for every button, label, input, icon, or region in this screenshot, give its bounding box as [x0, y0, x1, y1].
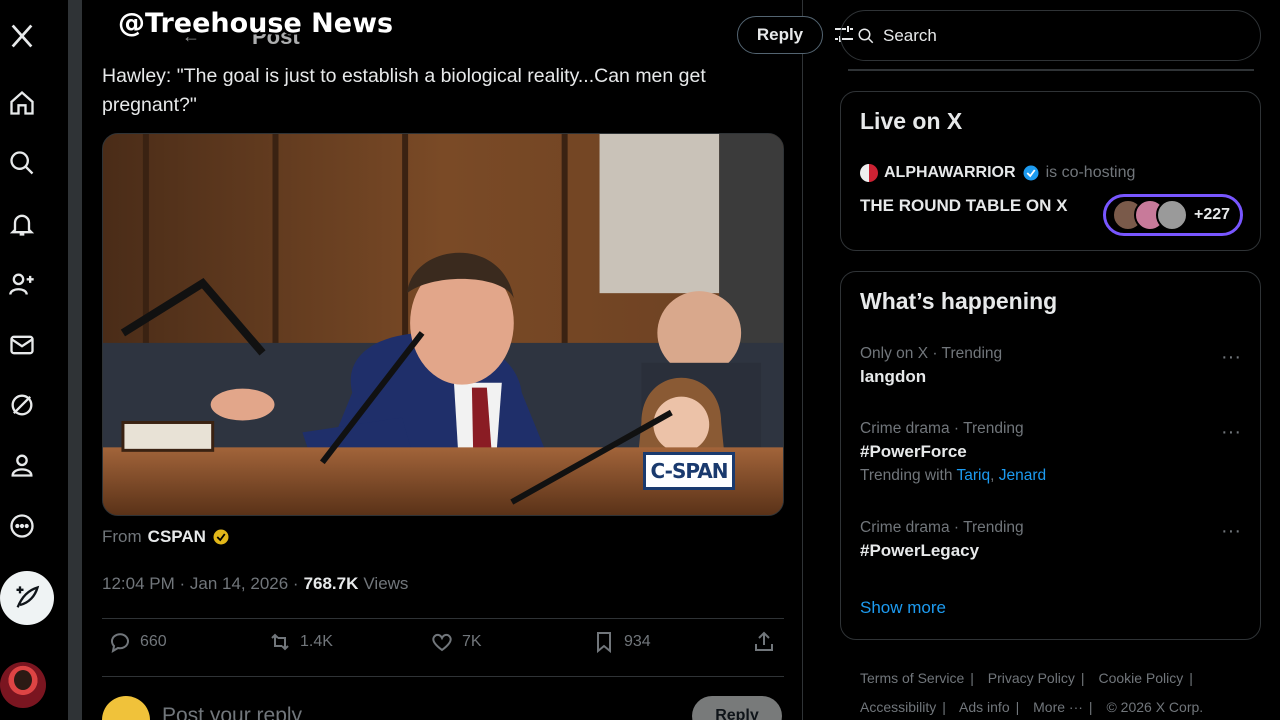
- live-card-title: Live on X: [860, 108, 963, 134]
- cspan-logo: C-SPAN: [643, 452, 735, 490]
- search-icon: [858, 28, 874, 43]
- listeners-count: +227: [1194, 206, 1231, 223]
- reply-bubble-icon: [111, 633, 129, 654]
- trend-more-icon[interactable]: ···: [1221, 421, 1241, 444]
- footer-accessibility[interactable]: Accessibility: [860, 699, 936, 715]
- divider: [102, 618, 784, 619]
- compose-post-button[interactable]: [0, 571, 54, 625]
- search-underline: [848, 69, 1254, 71]
- listener-avatar: [1156, 199, 1188, 231]
- share-upload-icon: [755, 631, 773, 651]
- footer-more[interactable]: More ···: [1033, 699, 1083, 715]
- bookmark-action[interactable]: 934: [592, 630, 651, 654]
- heart-icon: [432, 633, 452, 652]
- more-circle-icon[interactable]: [2, 506, 42, 546]
- trend-item[interactable]: Only on X · Trending langdon: [860, 345, 1240, 387]
- scrollbar-gutter: [68, 0, 82, 720]
- compose-feather-icon: [16, 585, 40, 608]
- views-label: Views: [363, 574, 409, 593]
- trending-with-link[interactable]: Jenard: [999, 467, 1046, 484]
- repost-action[interactable]: 1.4K: [268, 630, 333, 654]
- footer-copyright: © 2026 X Corp.: [1106, 699, 1204, 715]
- source-account-link[interactable]: CSPAN: [148, 527, 206, 547]
- bookmark-icon: [597, 632, 611, 654]
- video-source: From CSPAN: [102, 527, 230, 547]
- footer-cookie[interactable]: Cookie Policy: [1098, 670, 1183, 686]
- views-count: 768.7K: [303, 574, 359, 593]
- trend-name: #PowerLegacy: [860, 541, 980, 560]
- live-host-row[interactable]: ALPHAWARRIOR is co-hosting: [860, 164, 1135, 182]
- space-title[interactable]: THE ROUND TABLE ON X: [860, 196, 1067, 216]
- trending-with-link[interactable]: Tariq: [957, 467, 991, 484]
- divider: [102, 676, 784, 677]
- like-count: 7K: [462, 633, 482, 650]
- trend-meta: Only on X · Trending: [860, 345, 1003, 362]
- reply-action[interactable]: 660: [108, 630, 167, 654]
- post-actions-bar: 660 1.4K 7K 934: [102, 630, 784, 664]
- trend-item[interactable]: Crime drama · Trending #PowerLegacy: [860, 519, 1240, 561]
- explore-search-icon[interactable]: [2, 143, 42, 183]
- post-video[interactable]: C-SPAN: [102, 133, 784, 516]
- reply-count: 660: [140, 633, 167, 650]
- verified-gold-badge-icon: [213, 529, 229, 545]
- grok-icon[interactable]: [2, 385, 42, 425]
- bookmark-count: 934: [624, 633, 651, 650]
- post-text: Hawley: "The goal is just to establish a…: [102, 65, 706, 116]
- repost-count: 1.4K: [300, 633, 333, 650]
- from-prefix: From: [102, 527, 142, 546]
- trending-with: Trending with Tariq, Jenard: [860, 467, 1047, 484]
- verified-blue-badge-icon: [1023, 165, 1039, 181]
- search-box[interactable]: [840, 10, 1261, 61]
- trend-name: langdon: [860, 367, 927, 386]
- x-logo-icon[interactable]: [2, 16, 42, 56]
- post-meta: 12:04 PM · Jan 14, 2026 · 768.7K Views: [102, 574, 408, 594]
- account-avatar[interactable]: [0, 662, 46, 708]
- host-status: is co-hosting: [1045, 164, 1136, 181]
- whats-happening-card: What’s happening Only on X · Trending la…: [840, 271, 1261, 640]
- main-column: ← Post @Treehouse News Reply Hawley: "Th…: [82, 0, 853, 720]
- footer-links: Terms of Service | Privacy Policy | Cookie…: [860, 670, 1204, 715]
- reply-submit-button[interactable]: Reply: [692, 696, 782, 720]
- channel-watermark: @Treehouse News: [118, 8, 394, 39]
- like-action[interactable]: 7K: [430, 630, 482, 654]
- space-listeners-pill[interactable]: +227: [1103, 194, 1243, 236]
- notifications-bell-icon[interactable]: [2, 204, 42, 244]
- trend-meta: Crime drama · Trending: [860, 420, 1024, 437]
- live-on-x-card: Live on X ALPHAWARRIOR is co-hosting THE…: [840, 91, 1261, 251]
- profile-person-icon[interactable]: [2, 445, 42, 485]
- reply-composer-avatar: [102, 696, 150, 720]
- trending-with-label: Trending with: [860, 467, 953, 484]
- footer-privacy[interactable]: Privacy Policy: [988, 670, 1075, 686]
- share-action[interactable]: [752, 630, 776, 654]
- trend-item[interactable]: Crime drama · Trending #PowerForce Trend…: [860, 420, 1240, 485]
- reply-button-top[interactable]: Reply: [737, 16, 823, 54]
- trend-more-icon[interactable]: ···: [1221, 520, 1241, 543]
- trend-more-icon[interactable]: ···: [1221, 346, 1241, 369]
- follow-add-user-icon[interactable]: [2, 264, 42, 304]
- search-input[interactable]: [883, 25, 1223, 46]
- post-timestamp[interactable]: 12:04 PM · Jan 14, 2026 ·: [102, 574, 299, 594]
- home-icon[interactable]: [2, 83, 42, 123]
- host-avatar: [860, 164, 878, 182]
- host-name: ALPHAWARRIOR: [884, 164, 1016, 181]
- happening-title: What’s happening: [860, 288, 1058, 314]
- repost-icon: [271, 633, 289, 651]
- trend-name: #PowerForce: [860, 442, 967, 461]
- messages-mail-icon[interactable]: [2, 325, 42, 365]
- trend-meta: Crime drama · Trending: [860, 519, 1024, 536]
- show-more-link[interactable]: Show more: [860, 598, 946, 618]
- footer-ads[interactable]: Ads info: [959, 699, 1010, 715]
- reply-input[interactable]: Post your reply: [162, 704, 302, 720]
- footer-terms[interactable]: Terms of Service: [860, 670, 964, 686]
- left-nav: [0, 0, 68, 720]
